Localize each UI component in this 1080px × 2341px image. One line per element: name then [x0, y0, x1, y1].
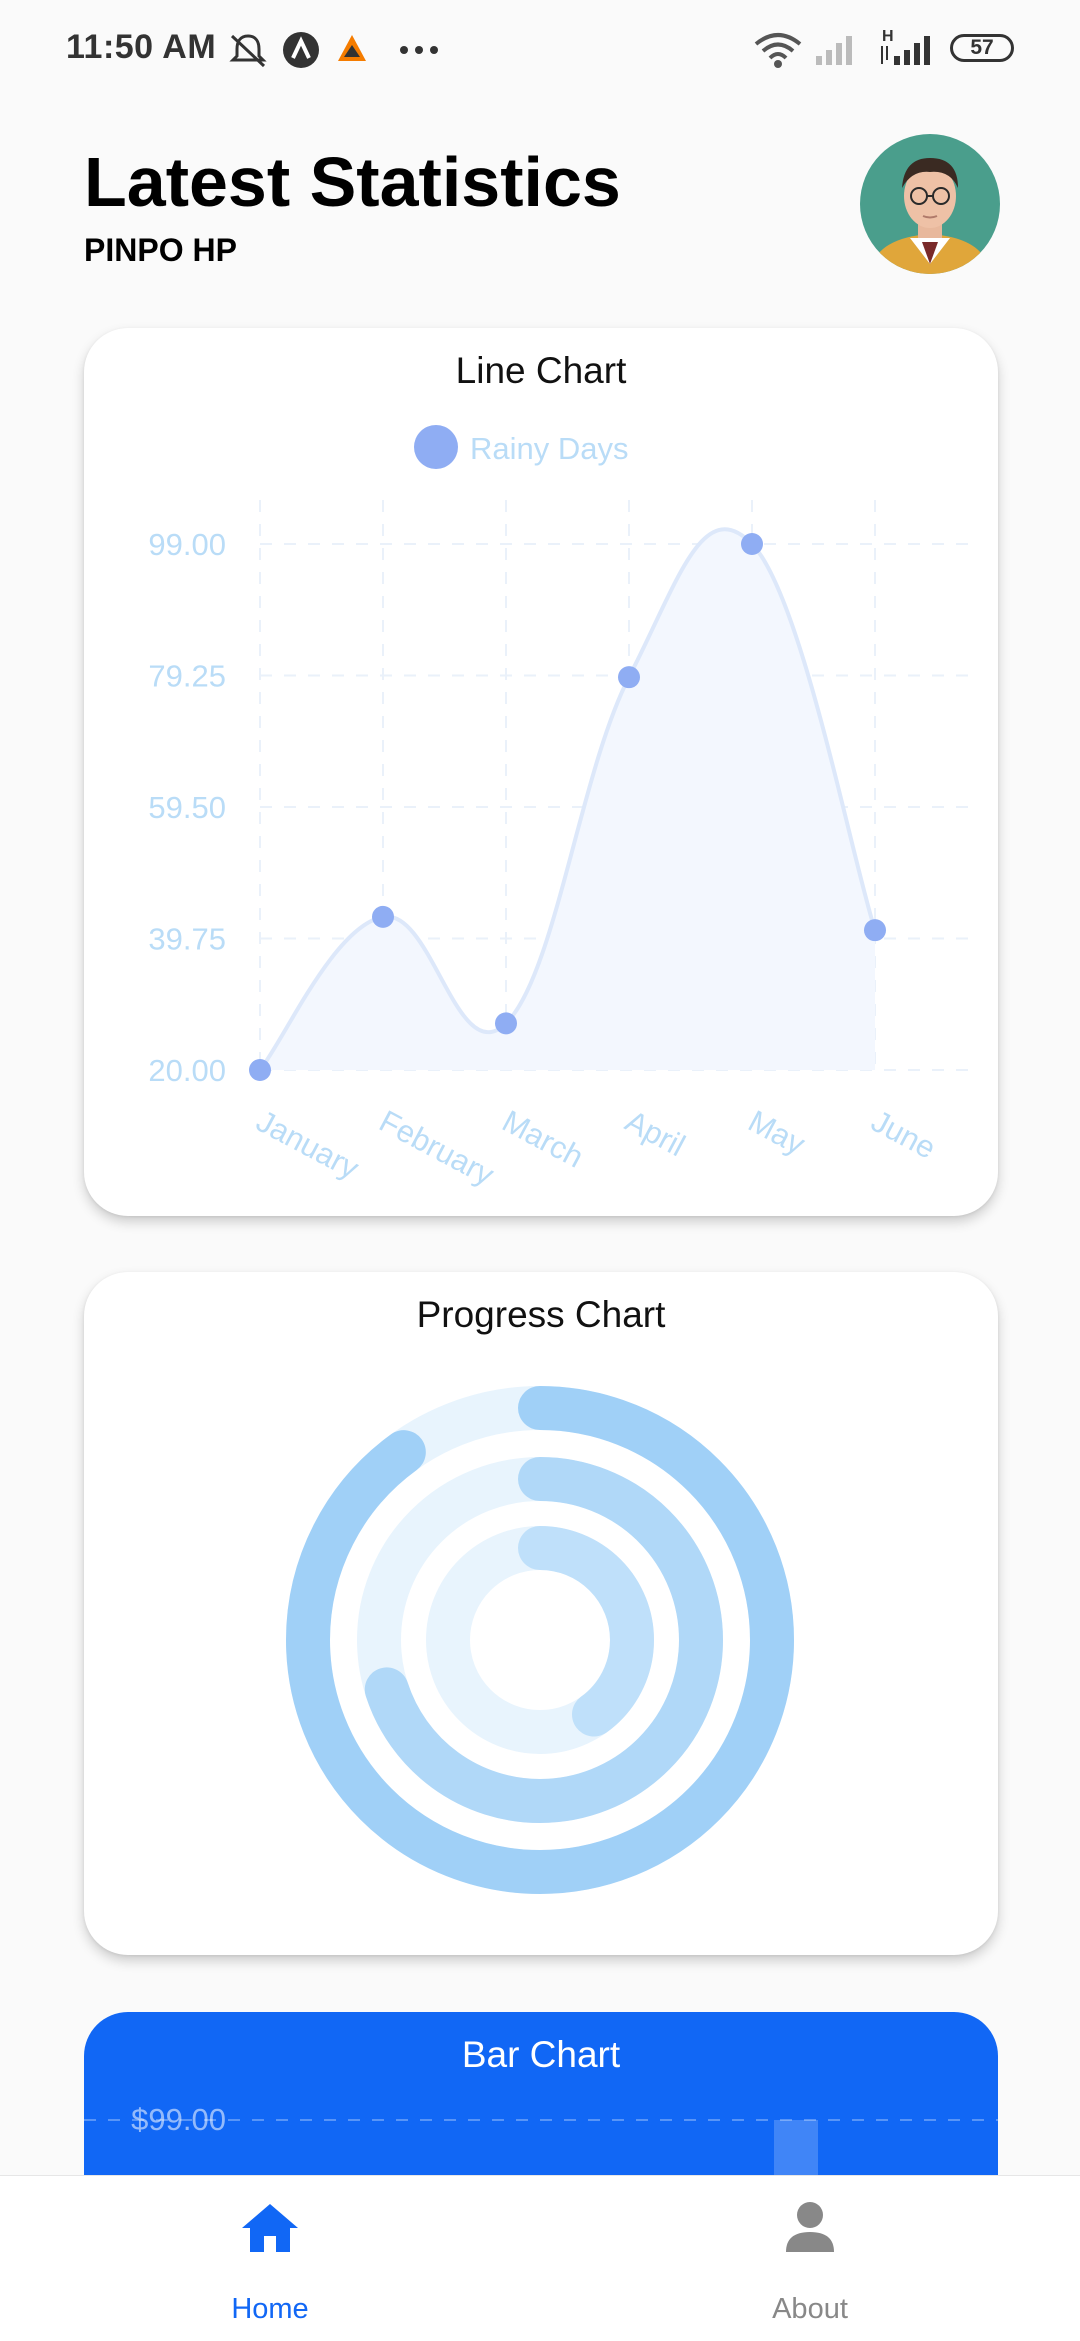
- line-chart: Rainy Days 20.00 39.75 59.50 79.25 99.00 Janua…: [148, 425, 980, 1193]
- x-tick-label: February: [374, 1103, 500, 1192]
- nav-about-label: About: [772, 2293, 848, 2325]
- y-tick-label: 20.00: [148, 1053, 226, 1088]
- status-time: 11:50 AM: [66, 28, 217, 66]
- wifi-icon: [754, 33, 802, 68]
- data-point: [249, 1059, 271, 1081]
- x-tick-label: March: [497, 1103, 589, 1174]
- progress-chart: [286, 1386, 794, 1894]
- x-tick-label: April: [620, 1103, 691, 1163]
- battery-icon: 57: [950, 34, 1014, 62]
- y-tick-label: 39.75: [148, 922, 226, 957]
- person-icon: [786, 2202, 834, 2252]
- line-chart-card: Line Chart Rainy Days 20.00 39.75 59.50 79.2…: [84, 328, 998, 1216]
- page-subtitle: PINPO HP: [84, 232, 237, 268]
- data-point: [864, 919, 886, 942]
- legend-label: Rainy Days: [470, 431, 629, 466]
- y-tick-label: $99.00: [131, 2102, 226, 2137]
- series-area-rainy-days: [260, 529, 875, 1070]
- nav-home-label: Home: [231, 2293, 309, 2325]
- avatar-portrait-icon: [860, 134, 1000, 274]
- y-tick-label: 79.25: [148, 659, 226, 694]
- data-point: [495, 1012, 517, 1035]
- data-point: [741, 533, 763, 555]
- status-bar: 11:50 AM H 57: [0, 0, 1080, 100]
- y-tick-label: 59.50: [148, 790, 226, 825]
- x-tick-label: January: [251, 1103, 365, 1186]
- avatar[interactable]: [860, 134, 1000, 274]
- progress-chart-card: Progress Chart: [84, 1272, 998, 1955]
- more-icon: [400, 46, 438, 54]
- x-tick-label: May: [743, 1103, 812, 1162]
- data-point: [618, 666, 640, 689]
- x-tick-label: June: [866, 1103, 942, 1165]
- nav-about[interactable]: About: [540, 2176, 1080, 2341]
- signal-strong-icon: [881, 36, 930, 65]
- app-orange-icon: [338, 35, 366, 61]
- signal-weak-icon: [816, 36, 852, 65]
- legend-marker: [414, 425, 458, 469]
- nav-home[interactable]: Home: [0, 2176, 540, 2341]
- home-icon: [242, 2204, 298, 2252]
- page-title: Latest Statistics: [84, 143, 621, 221]
- bottom-navigation: Home About: [0, 2175, 1080, 2341]
- app-a-icon: [283, 32, 319, 68]
- data-point: [372, 905, 394, 928]
- y-tick-label: 99.00: [148, 527, 226, 562]
- mute-notifications-icon: [229, 34, 267, 68]
